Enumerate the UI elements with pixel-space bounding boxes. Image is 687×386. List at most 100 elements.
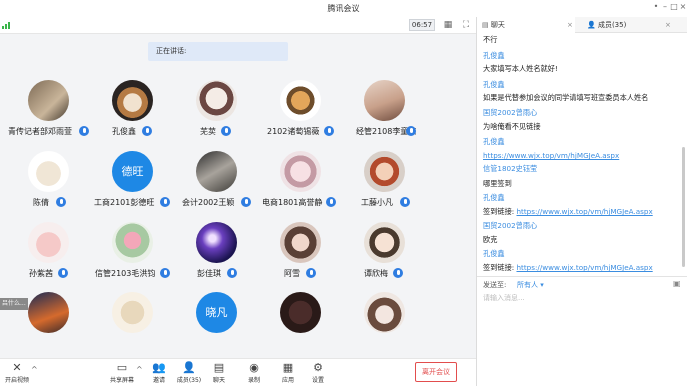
participant-name: 青传记者部邓雨萱 [8, 127, 72, 136]
members-icon: 👤 [182, 361, 196, 374]
participant-name: 工藤小凡 [361, 198, 393, 207]
avatar[interactable] [280, 292, 321, 333]
window-title: 腾讯会议 [327, 4, 360, 13]
mic-icon [160, 268, 170, 278]
send-to-select[interactable]: 所有人 ▾ [517, 280, 544, 290]
chat-scrollbar[interactable] [682, 147, 685, 267]
avatar[interactable] [112, 292, 153, 333]
apps-label: 应用 [281, 377, 294, 384]
record-label: 录制 [247, 377, 260, 384]
close-icon[interactable]: × [678, 2, 687, 12]
message-placeholder: 请输入消息... [483, 294, 525, 302]
chat-message: 如果是代替参加会议的同学请填写班宣委员本人姓名 [483, 93, 649, 102]
tab-chat[interactable]: ▤ 聊天 × [477, 17, 575, 33]
chat-button[interactable]: ▤ 聊天 [202, 361, 236, 384]
share-screen-button[interactable]: ▭ 共享屏幕 [105, 361, 139, 384]
avatar[interactable] [28, 151, 69, 192]
chat-sender: 国贸2002曾雨心 [483, 221, 538, 230]
chat-link[interactable]: https://www.wjx.top/vm/hjMGJeA.aspx [516, 263, 652, 272]
chat-sender: 信管1802史钰莹 [483, 164, 538, 173]
side-drawer-tab[interactable]: 吕什么... [0, 298, 28, 310]
video-grid: 正在讲话: 青传记者部邓雨萱 孔俊鑫 芜荬 2102诸萄锡薇 经管2108李童茹… [0, 34, 476, 358]
chat-panel: ▤ 聊天 × 👤 成员(35) × 不行 孔俊鑫 大家填写本人姓名就好! 孔俊鑫… [476, 17, 687, 386]
mic-icon [324, 126, 334, 136]
chat-message: 欧克 [483, 235, 498, 244]
participant-name: 谭欣梅 [364, 269, 388, 278]
avatar-initials[interactable]: 德旺 [112, 151, 153, 192]
avatar[interactable] [28, 80, 69, 121]
chat-label: 聊天 [212, 377, 225, 384]
apps-button[interactable]: ▦ 应用 [271, 361, 305, 384]
fullscreen-icon[interactable]: ⛶ [461, 20, 471, 30]
members-button[interactable]: 👤 成员(35) [172, 361, 206, 384]
participant-name: 电商1801高誉静 [262, 198, 323, 207]
chat-sender: 孔俊鑫 [483, 137, 505, 146]
image-icon[interactable]: ▣ [673, 279, 681, 288]
gear-icon: ⚙ [313, 361, 323, 374]
chat-message: https://www.wjx.top/vm/hjMGJeA.aspx [483, 151, 619, 160]
chat-link[interactable]: https://www.wjx.top/vm/hjMGJeA.aspx [516, 207, 652, 216]
participant-name: 彭佳琪 [197, 269, 221, 278]
title-bar: 腾讯会议 • – □ × [0, 0, 687, 17]
close-icon[interactable]: × [567, 17, 573, 33]
participant-name: 芜荬 [200, 127, 216, 136]
settings-label: 设置 [311, 377, 324, 384]
avatar[interactable] [280, 222, 321, 263]
avatar[interactable] [196, 222, 237, 263]
mic-icon [142, 126, 152, 136]
video-button[interactable]: ✕ 开启视频 [0, 361, 34, 384]
chat-message: 签到链接: https://www.wjx.top/vm/hjMGJeA.asp… [483, 263, 653, 273]
close-icon[interactable]: × [665, 17, 671, 33]
send-to-value: 所有人 [517, 281, 538, 289]
chevron-up-icon[interactable]: ^ [31, 365, 38, 374]
invite-button[interactable]: 👥 邀请 [142, 361, 176, 384]
tab-members[interactable]: 👤 成员(35) × [577, 17, 677, 33]
meeting-timer: 06:57 [409, 19, 435, 31]
chat-message: 不行 [483, 35, 498, 44]
tab-chat-label: 聊天 [490, 21, 505, 29]
send-to-bar: 发送至: 所有人 ▾ ▣ [477, 276, 687, 290]
record-button[interactable]: ◉ 录制 [237, 361, 271, 384]
participant-name: 会计2002王颖 [182, 198, 235, 207]
top-toolbar: 06:57 ▦ ⛶ [0, 17, 476, 34]
avatar[interactable] [364, 292, 405, 333]
layout-icon[interactable]: ▦ [443, 20, 453, 30]
avatar[interactable] [196, 151, 237, 192]
participant-name: 阿雪 [284, 269, 300, 278]
participant-name: 陈倩 [33, 198, 49, 207]
signal-icon [2, 22, 10, 29]
message-input[interactable]: 请输入消息... [477, 290, 687, 386]
avatar[interactable] [364, 80, 405, 121]
chat-sender: 国贸2002曾雨心 [483, 108, 538, 117]
avatar[interactable] [196, 80, 237, 121]
avatar[interactable] [112, 222, 153, 263]
avatar[interactable] [28, 222, 69, 263]
avatar[interactable] [280, 151, 321, 192]
chat-message: 哪里签到 [483, 179, 512, 188]
avatar[interactable] [364, 222, 405, 263]
avatar-initials[interactable]: 晓凡 [196, 292, 237, 333]
apps-icon: ▦ [282, 361, 294, 374]
participant-name: 工商2101彭德旺 [94, 198, 155, 207]
members-label: 成员(35) [176, 377, 202, 384]
avatar[interactable] [364, 151, 405, 192]
chat-messages: 不行 孔俊鑫 大家填写本人姓名就好! 孔俊鑫 如果是代替参加会议的同学请填写班宣… [477, 33, 682, 291]
link-label: 签到链接: [483, 207, 515, 216]
mic-icon [79, 126, 89, 136]
camera-off-icon: ✕ [12, 361, 22, 374]
link-label: 签到链接: [483, 263, 515, 272]
avatar[interactable] [280, 80, 321, 121]
chat-message: 大家填写本人姓名就好! [483, 64, 558, 73]
leave-meeting-button[interactable]: 离开会议 [415, 362, 457, 382]
share-label: 共享屏幕 [109, 377, 134, 384]
members-icon: 👤 [587, 21, 598, 29]
avatar[interactable] [112, 80, 153, 121]
avatar[interactable] [28, 292, 69, 333]
mic-icon [406, 126, 416, 136]
bottom-toolbar: ✕ 开启视频 ^ ▭ 共享屏幕 ^ 👥 邀请 👤 成员(35) ▤ 聊天 ◉ 录… [0, 358, 476, 386]
meeting-window: 腾讯会议 • – □ × 06:57 ▦ ⛶ 正在讲话: 青传记者部邓雨萱 孔俊… [0, 0, 687, 386]
send-to-label: 发送至: [483, 281, 507, 289]
chat-link[interactable]: https://www.wjx.top/vm/hjMGJeA.aspx [483, 151, 619, 160]
settings-button[interactable]: ⚙ 设置 [301, 361, 335, 384]
participant-name: 孙紫茜 [29, 269, 53, 278]
